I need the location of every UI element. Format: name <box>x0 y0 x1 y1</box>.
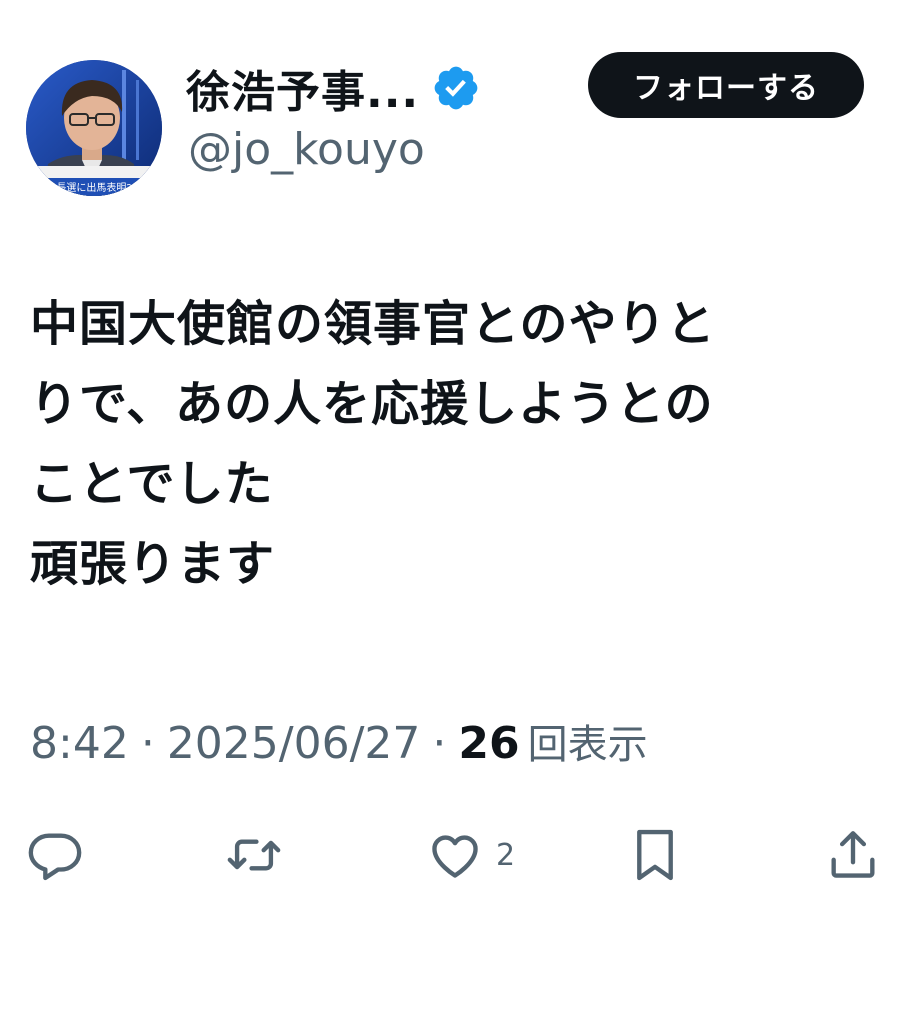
reply-icon <box>28 833 82 881</box>
user-handle[interactable]: @jo_kouyo <box>188 124 425 175</box>
avatar[interactable]: 長選に出馬表明? <box>26 60 162 196</box>
tweet-text-line: 中国大使館の領事官とのやりと <box>30 296 716 352</box>
profile-photo: 長選に出馬表明? <box>26 60 162 196</box>
bookmark-button[interactable] <box>626 820 684 890</box>
meta-separator: · <box>432 718 447 769</box>
avatar-caption: 長選に出馬表明? <box>56 181 131 194</box>
share-icon <box>831 831 875 878</box>
tweet-text-line: りで、あの人を応援しようとの <box>30 376 714 432</box>
tweet-meta: 8:42 · 2025/06/27 · 26 回表示 <box>30 712 648 770</box>
bookmark-icon <box>637 829 673 881</box>
display-name-row[interactable]: 徐浩予事... <box>186 58 481 118</box>
verified-badge-icon <box>434 66 478 110</box>
views-label[interactable]: 回表示 <box>528 712 648 770</box>
action-bar: 2 <box>0 820 913 890</box>
views-count[interactable]: 26 <box>458 718 519 769</box>
tweet-text: 中国大使館の領事官とのやりと りで、あの人を応援しようとの ことでした 頑張りま… <box>30 284 890 604</box>
follow-button[interactable]: フォローする <box>588 52 864 118</box>
tweet-text-line: ことでした <box>30 456 274 512</box>
like-count: 2 <box>496 837 516 873</box>
share-button[interactable] <box>824 820 882 890</box>
tweet-date[interactable]: 2025/06/27 <box>167 718 421 769</box>
like-button[interactable]: 2 <box>426 820 515 890</box>
retweet-icon <box>227 839 281 871</box>
heart-icon <box>432 835 478 878</box>
display-name[interactable]: 徐浩予事... <box>186 56 419 120</box>
retweet-button[interactable] <box>222 820 286 890</box>
reply-button[interactable] <box>26 820 84 890</box>
tweet-time[interactable]: 8:42 <box>30 718 129 769</box>
tweet-text-line: 頑張ります <box>30 536 276 592</box>
meta-separator: · <box>140 718 155 769</box>
